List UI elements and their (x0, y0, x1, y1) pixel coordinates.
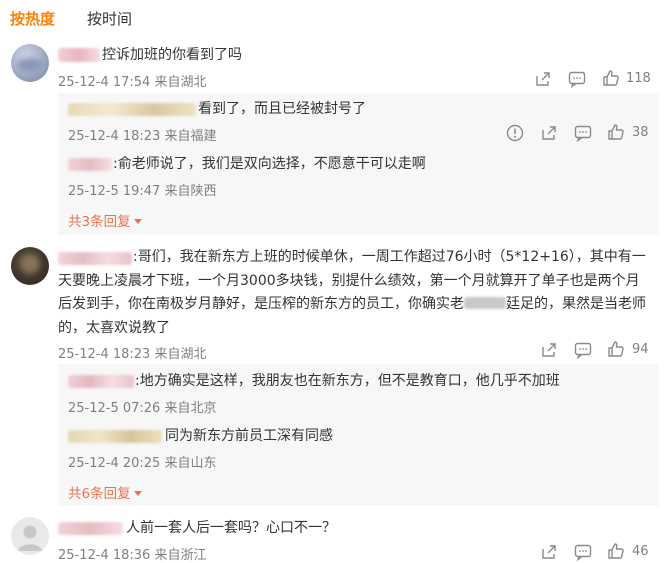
caret-down-icon (133, 219, 142, 224)
like-count: 118 (626, 71, 651, 86)
comment-meta: 25-12-4 18:23 来自湖北 (58, 347, 207, 362)
username-blurred[interactable] (58, 522, 123, 535)
comment-icon[interactable] (567, 69, 587, 89)
like-count: 38 (632, 125, 649, 140)
reply-text: :地方确实是这样，我朋友也在新东方，但不是教育口，他几乎不加班 (135, 373, 560, 389)
share-icon[interactable] (539, 123, 559, 143)
username-blurred[interactable] (68, 375, 134, 388)
tab-time[interactable]: 按时间 (87, 8, 132, 29)
reply-text: 看到了，而且已经被封号了 (198, 101, 366, 117)
reply-meta: 25-12-4 18:23 来自福建 (68, 129, 217, 144)
username-blurred[interactable] (68, 158, 112, 171)
reply-text: :俞老师说了，我们是双向选择，不愿意干可以走啊 (113, 156, 426, 172)
avatar[interactable] (11, 517, 49, 555)
share-icon[interactable] (539, 340, 559, 360)
reply-meta: 25-12-5 07:26 来自北京 (68, 401, 217, 416)
avatar[interactable] (11, 44, 49, 82)
more-replies-link[interactable]: 共6条回复 (68, 482, 142, 502)
redacted-text (464, 297, 506, 309)
reply-meta: 25-12-4 20:25 来自山东 (68, 456, 217, 471)
like-icon[interactable] (606, 122, 626, 142)
share-icon[interactable] (533, 69, 553, 89)
default-avatar-icon (18, 525, 42, 551)
comment-text: 人前一套人后一套吗？心口不一？ (126, 520, 336, 536)
like-count: 94 (632, 342, 649, 357)
share-icon[interactable] (539, 542, 559, 562)
comment-text: :哥们，我在新东方上班的时候单休，一周工作超过76小时（5*12+16），其中有… (58, 249, 646, 336)
avatar[interactable] (11, 247, 49, 285)
comment-text: 控诉加班的你看到了吗 (102, 47, 242, 63)
reply-text: 同为新东方前员工深有同感 (165, 428, 333, 444)
comment-meta: 25-12-4 18:36 来自浙江 (58, 548, 207, 563)
comment-icon[interactable] (573, 340, 593, 360)
like-count: 46 (632, 544, 649, 559)
tab-hot[interactable]: 按热度 (10, 8, 55, 29)
comment-icon[interactable] (573, 542, 593, 562)
comment-meta: 25-12-4 17:54 来自湖北 (58, 75, 207, 90)
reply-meta: 25-12-5 19:47 来自陕西 (68, 184, 217, 199)
username-blurred[interactable] (68, 430, 162, 443)
like-icon[interactable] (601, 68, 621, 88)
like-icon[interactable] (606, 339, 626, 359)
comment-icon[interactable] (573, 123, 593, 143)
username-blurred[interactable] (58, 48, 100, 62)
caret-down-icon (133, 491, 142, 496)
username-blurred[interactable] (68, 103, 196, 116)
more-replies-link[interactable]: 共3条回复 (68, 210, 142, 230)
report-icon[interactable] (505, 123, 525, 143)
like-icon[interactable] (606, 541, 626, 561)
